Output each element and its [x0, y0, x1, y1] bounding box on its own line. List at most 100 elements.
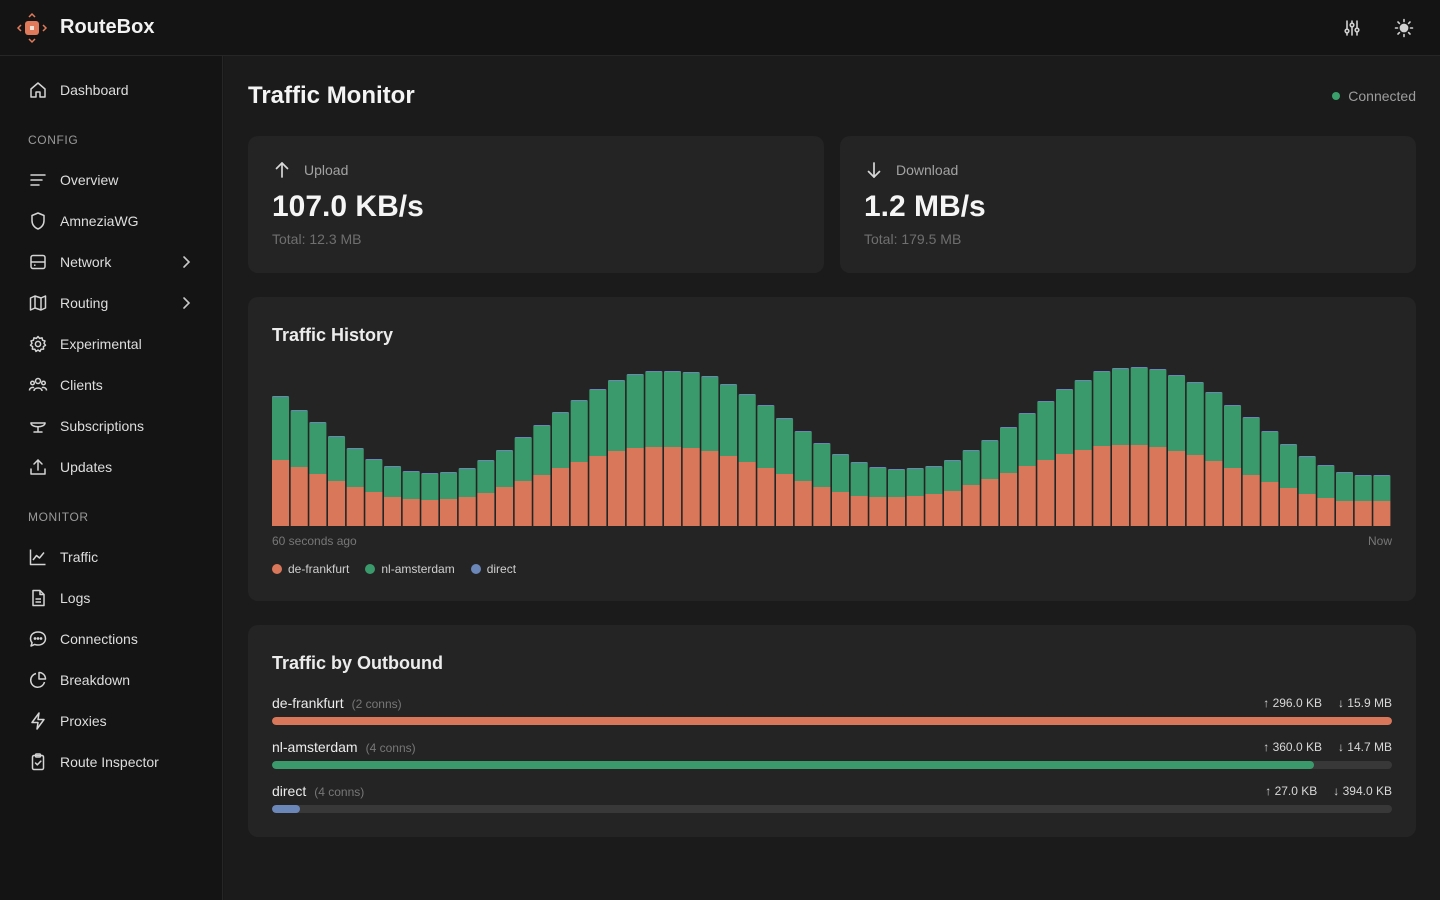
shield-icon [28, 211, 48, 231]
bar-de-frankfurt-14 [533, 475, 551, 526]
sidebar-item-breakdown[interactable]: Breakdown [16, 662, 206, 698]
download-label: Download [896, 162, 959, 178]
settings-sliders-button[interactable] [1336, 12, 1368, 44]
connection-status: Connected [1332, 88, 1416, 104]
bar-de-frankfurt-26 [757, 468, 775, 526]
legend-swatch [272, 564, 282, 574]
routebox-logo-icon [16, 12, 48, 43]
bar-direct-41 [1037, 401, 1055, 402]
bar-direct-5 [365, 459, 383, 460]
bar-direct-54 [1280, 444, 1298, 445]
bar-de-frankfurt-59 [1373, 501, 1391, 526]
bar-de-frankfurt-9 [440, 499, 458, 526]
sidebar-item-route-inspector[interactable]: Route Inspector [16, 744, 206, 780]
outbound-conns: (2 conns) [351, 697, 402, 711]
bar-de-frankfurt-46 [1130, 445, 1148, 526]
brand[interactable]: RouteBox [16, 12, 154, 44]
bolt-icon [28, 711, 48, 731]
bar-direct-45 [1112, 368, 1130, 369]
upload-label: Upload [304, 162, 349, 178]
legend-swatch [365, 564, 376, 574]
bar-direct-35 [925, 466, 943, 467]
bar-nl-amsterdam-50 [1205, 393, 1223, 461]
bar-de-frankfurt-47 [1149, 447, 1167, 526]
bar-nl-amsterdam-2 [309, 423, 327, 474]
legend-item-nl-amsterdam[interactable]: nl-amsterdam [365, 562, 455, 576]
bar-de-frankfurt-16 [570, 462, 588, 526]
traffic-history-title: Traffic History [272, 325, 394, 345]
bar-de-frankfurt-53 [1261, 482, 1279, 526]
bar-de-frankfurt-35 [925, 494, 943, 526]
sidebar-item-routing[interactable]: Routing [16, 285, 206, 321]
outbound-row-de-frankfurt[interactable]: de-frankfurt (2 conns) ↑ 296.0 KB ↓ 15.9 … [272, 695, 1392, 731]
bar-direct-56 [1317, 465, 1335, 466]
bar-de-frankfurt-57 [1336, 501, 1354, 526]
legend-item-de-frankfurt[interactable]: de-frankfurt [272, 562, 349, 576]
bar-direct-47 [1149, 369, 1167, 370]
bar-direct-9 [440, 472, 458, 473]
theme-toggle-button[interactable] [1388, 12, 1420, 44]
sidebar-item-overview[interactable]: Overview [16, 162, 206, 198]
sun-icon [1394, 18, 1414, 38]
bar-nl-amsterdam-48 [1168, 376, 1186, 451]
bar-direct-18 [608, 380, 626, 381]
bar-de-frankfurt-11 [477, 493, 495, 526]
bar-de-frankfurt-12 [496, 487, 514, 526]
sidebar-item-updates[interactable]: Updates [16, 449, 206, 485]
bar-nl-amsterdam-21 [664, 372, 682, 447]
bar-de-frankfurt-15 [552, 468, 570, 526]
sidebar-item-connections[interactable]: Connections [16, 621, 206, 657]
bar-de-frankfurt-2 [309, 474, 327, 526]
outbound-bar-fill [272, 761, 1314, 769]
bar-nl-amsterdam-54 [1280, 445, 1298, 488]
bar-direct-29 [813, 443, 831, 444]
sidebar-item-dashboard[interactable]: Dashboard [16, 72, 206, 108]
bar-nl-amsterdam-52 [1242, 418, 1260, 475]
bar-nl-amsterdam-13 [514, 438, 532, 481]
outbound-bar-track [272, 761, 1392, 769]
sidebar-item-label: Overview [60, 172, 119, 188]
sidebar-item-experimental[interactable]: Experimental [16, 326, 206, 362]
home-icon [28, 80, 48, 100]
outbound-conns: (4 conns) [314, 785, 365, 799]
bar-direct-55 [1298, 456, 1316, 457]
bar-direct-44 [1093, 371, 1111, 372]
bar-direct-11 [477, 460, 495, 461]
sidebar-item-label: Logs [60, 590, 91, 606]
sidebar-item-logs[interactable]: Logs [16, 580, 206, 616]
sidebar-item-network[interactable]: Network [16, 244, 206, 280]
legend-label: nl-amsterdam [381, 562, 455, 576]
download-card: Download 1.2 MB/s Total: 179.5 MB [840, 136, 1416, 273]
bar-direct-28 [794, 431, 812, 432]
sidebar-item-subscriptions[interactable]: Subscriptions [16, 408, 206, 444]
bar-direct-4 [346, 448, 364, 449]
bar-nl-amsterdam-16 [570, 401, 588, 462]
bar-de-frankfurt-3 [328, 481, 346, 526]
arrow-down-icon [867, 162, 881, 178]
sidebar-item-traffic[interactable]: Traffic [16, 539, 206, 575]
outbound-row-direct[interactable]: direct (4 conns) ↑ 27.0 KB ↓ 394.0 KB [272, 783, 1392, 819]
bar-nl-amsterdam-23 [701, 377, 719, 451]
bar-de-frankfurt-43 [1074, 450, 1092, 526]
bar-nl-amsterdam-22 [682, 373, 700, 448]
chevron-right-icon [183, 256, 191, 268]
bar-de-frankfurt-7 [402, 499, 420, 526]
bar-nl-amsterdam-9 [440, 473, 458, 499]
bar-de-frankfurt-27 [776, 474, 794, 526]
sidebar-item-clients[interactable]: Clients [16, 367, 206, 403]
sidebar-item-proxies[interactable]: Proxies [16, 703, 206, 739]
bar-nl-amsterdam-19 [626, 375, 644, 448]
sidebar-item-label: Traffic [60, 549, 99, 565]
chart-line-icon [28, 547, 48, 567]
sidebar-item-amneziawg[interactable]: AmneziaWG [16, 203, 206, 239]
outbound-row-nl-amsterdam[interactable]: nl-amsterdam (4 conns) ↑ 360.0 KB ↓ 14.7 … [272, 739, 1392, 775]
bar-direct-48 [1168, 375, 1186, 376]
bar-de-frankfurt-37 [962, 485, 980, 526]
sidebar-item-label: Routing [60, 295, 109, 311]
bar-direct-57 [1336, 472, 1354, 473]
main-content: Traffic Monitor Connected Upload 107.0 K… [224, 56, 1440, 900]
bar-direct-13 [514, 437, 532, 438]
legend-item-direct[interactable]: direct [470, 562, 516, 576]
outbound-upload: ↑ 27.0 KB [1265, 784, 1318, 798]
gear-icon [28, 334, 48, 354]
